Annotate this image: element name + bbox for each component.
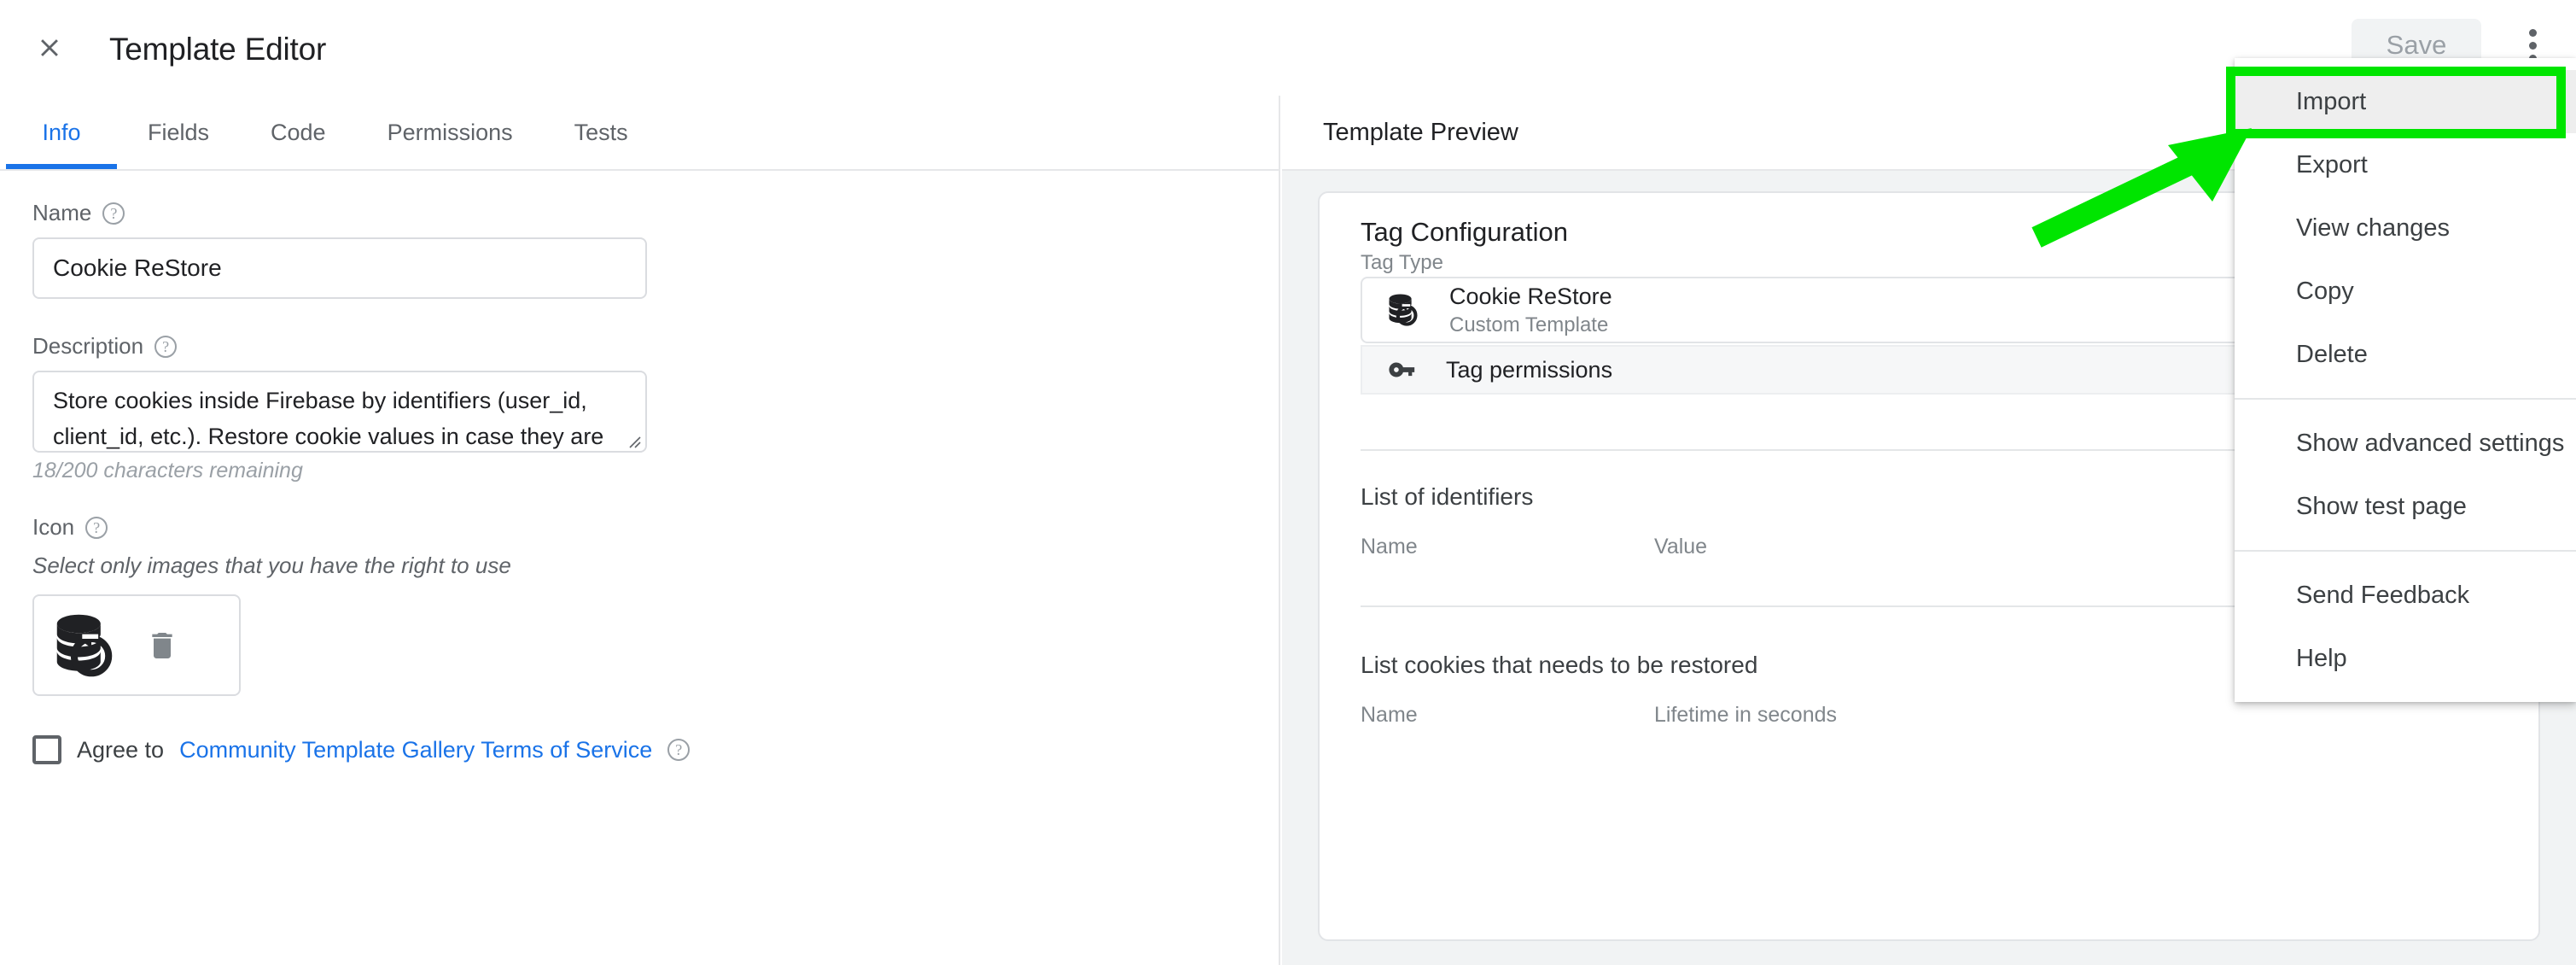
close-button[interactable] [29,27,70,68]
tab-fields[interactable]: Fields [117,96,240,169]
agree-prefix-label: Agree to [77,736,165,763]
preview-header-title: Template Preview [1323,118,1518,146]
tag-permissions-label: Tag permissions [1446,356,1613,383]
menu-item-show-test-page-label: Show test page [2296,492,2467,520]
menu-separator [2235,550,2576,552]
menu-item-show-advanced-settings-label: Show advanced settings [2296,429,2565,457]
tab-info[interactable]: Info [6,96,117,169]
help-circle-icon[interactable]: ? [154,335,178,358]
menu-item-send-feedback-label: Send Feedback [2296,581,2470,609]
tab-fields-label: Fields [148,119,210,145]
info-form: Name ? Description ? Store cookies insid… [0,171,1279,764]
menu-item-show-test-page[interactable]: Show test page [2235,475,2576,538]
more-vert-icon-dot [2528,28,2537,37]
page-title: Template Editor [109,32,327,67]
cookies-col-name: Name [1361,703,1418,727]
tag-type-label: Tag Type [1361,251,1443,274]
help-circle-icon[interactable]: ? [667,739,691,761]
tag-type-name: Cookie ReStore [1449,283,1612,309]
resize-grip-icon [629,436,641,448]
agree-checkbox[interactable] [32,735,61,764]
template-editor-app: Template Editor Save Info Fields Code Pe… [0,0,2576,965]
menu-item-export-label: Export [2296,150,2368,178]
terms-of-service-link[interactable]: Community Template Gallery Terms of Serv… [179,737,652,763]
icon-preview-box[interactable] [32,594,241,696]
menu-item-copy[interactable]: Copy [2235,260,2576,323]
tab-permissions[interactable]: Permissions [357,96,544,169]
menu-item-help[interactable]: Help [2235,627,2576,690]
menu-item-delete-label: Delete [2296,340,2368,368]
trash-icon [152,632,172,658]
description-field: Description ? Store cookies inside Fireb… [32,333,1279,483]
tab-tests-label: Tests [574,119,628,145]
tag-type-subtitle: Custom Template [1449,313,1609,336]
tab-tests[interactable]: Tests [544,96,659,169]
icon-hint-text: Select only images that you have the rig… [32,553,511,578]
help-circle-icon[interactable]: ? [102,202,125,225]
menu-item-help-label: Help [2296,644,2347,672]
description-label-row: Description ? [32,333,1279,360]
name-input[interactable] [32,237,647,299]
top-app-bar: Template Editor Save [0,0,2576,96]
help-circle-icon[interactable]: ? [85,516,108,539]
cookies-section-title: List cookies that needs to be restored [1361,652,1758,678]
menu-item-send-feedback[interactable]: Send Feedback [2235,564,2576,627]
tab-code[interactable]: Code [240,96,357,169]
identifiers-col-value: Value [1654,535,1708,559]
icon-field: Icon ? Select only images that you have … [32,514,1279,696]
database-restore-icon [1389,294,1418,326]
database-restore-icon [56,614,113,676]
close-icon [41,39,58,56]
icon-label-row: Icon ? [32,514,1279,541]
editor-tabs: Info Fields Code Permissions Tests [0,96,1279,171]
menu-separator [2235,398,2576,400]
key-icon [1389,362,1415,377]
tab-info-label: Info [42,119,81,145]
description-label: Description [32,333,144,359]
menu-item-show-advanced-settings[interactable]: Show advanced settings [2235,412,2576,475]
overflow-menu: Import Export View changes Copy Delete S… [2235,58,2576,702]
terms-agreement-row: Agree to Community Template Gallery Term… [32,735,1279,764]
description-textarea[interactable]: Store cookies inside Firebase by identif… [32,371,647,453]
menu-item-view-changes[interactable]: View changes [2235,196,2576,260]
menu-item-delete[interactable]: Delete [2235,323,2576,386]
menu-item-view-changes-label: View changes [2296,213,2451,242]
more-vert-icon-dot [2528,41,2537,50]
identifiers-section-title: List of identifiers [1361,483,1534,510]
name-label-row: Name ? [32,200,1279,226]
cookies-col-lifetime: Lifetime in seconds [1654,703,1838,727]
menu-item-import[interactable]: Import [2235,70,2576,133]
icon-label: Icon [32,514,75,540]
identifiers-col-name: Name [1361,535,1418,559]
tag-type-info: Cookie ReStore Custom Template [1449,284,1612,337]
description-value: Store cookies inside Firebase by identif… [53,388,604,449]
editor-left-panel: Info Fields Code Permissions Tests Name … [0,96,1280,965]
character-counter: 18/200 characters remaining [32,459,303,482]
name-label: Name [32,200,92,225]
menu-item-export[interactable]: Export [2235,133,2576,196]
menu-item-copy-label: Copy [2296,277,2354,305]
delete-icon-button[interactable] [140,623,184,668]
tab-code-label: Code [271,119,326,145]
tag-configuration-title: Tag Configuration [1361,217,1568,247]
tab-permissions-label: Permissions [387,119,513,145]
menu-item-import-label: Import [2296,87,2367,115]
